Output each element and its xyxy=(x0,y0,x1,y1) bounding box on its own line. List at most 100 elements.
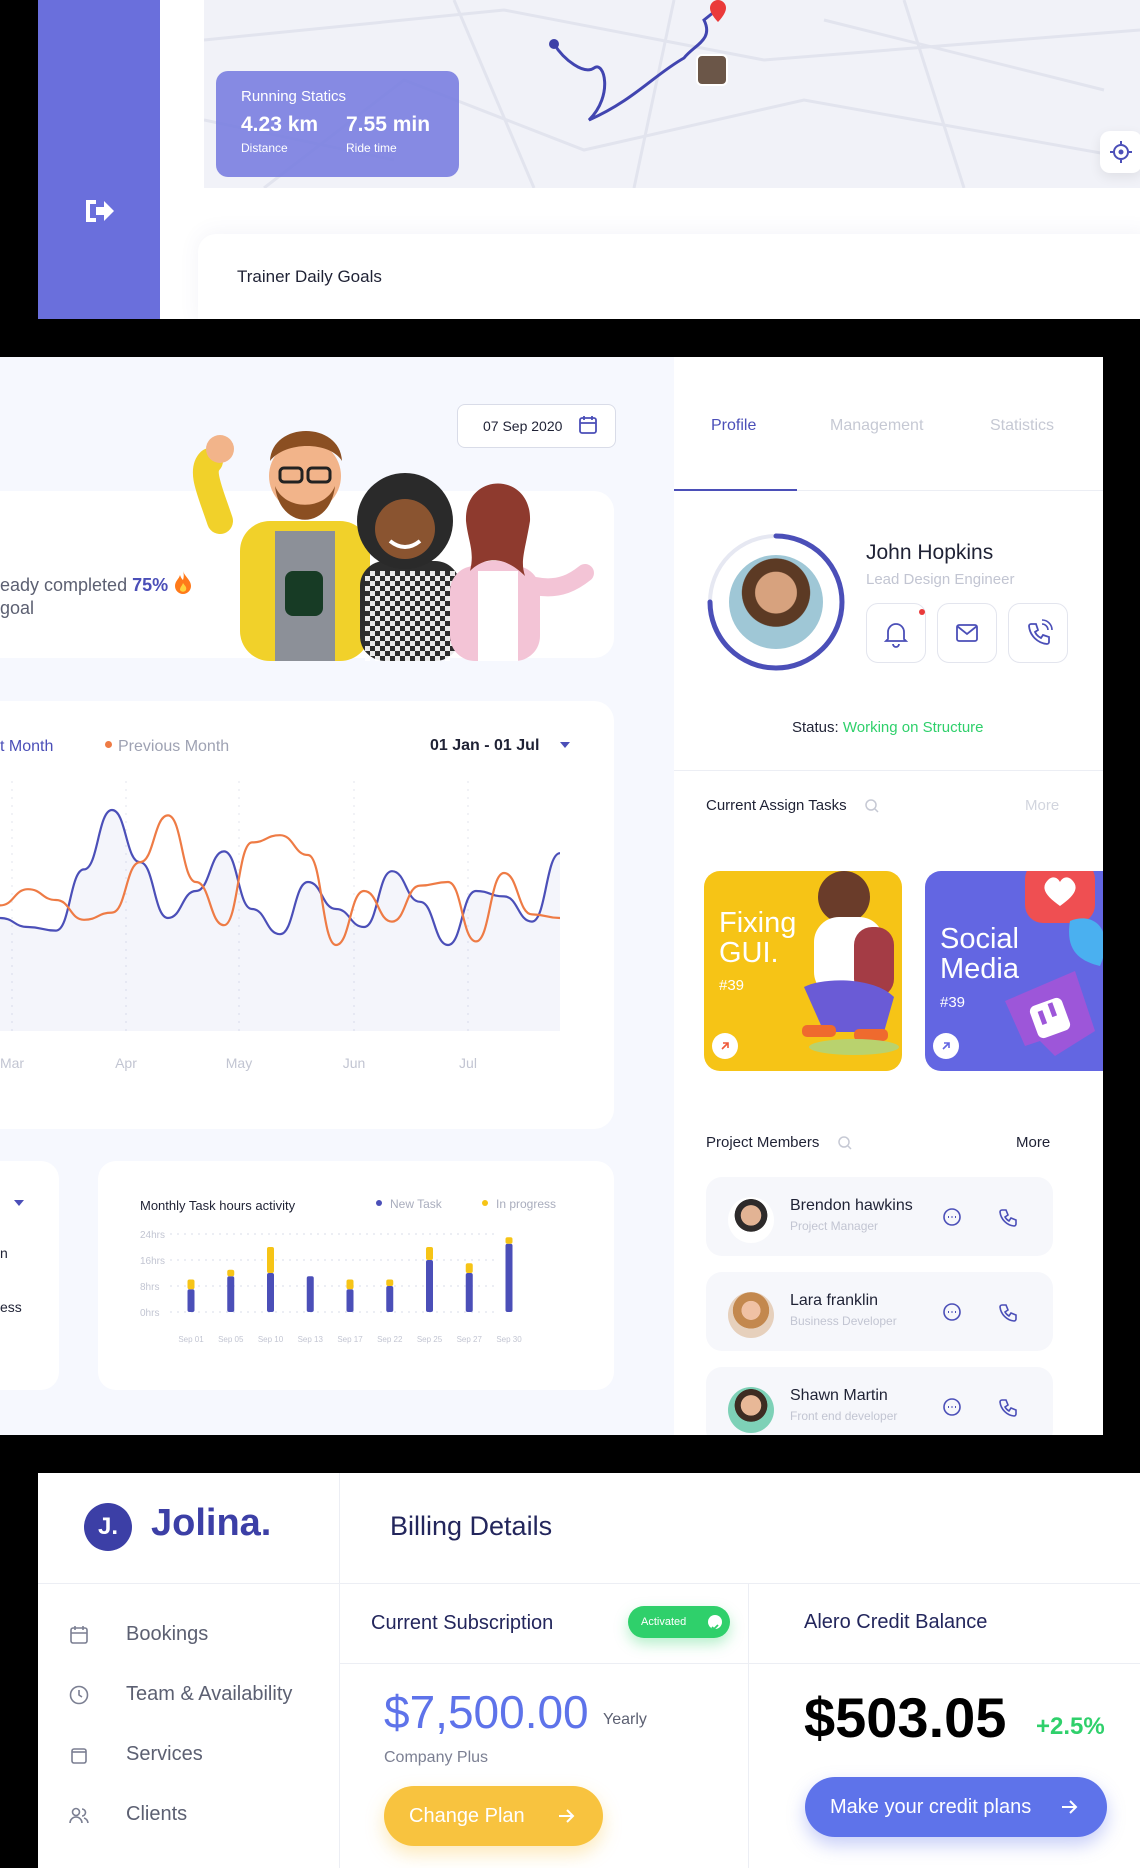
y-tick-label: 16hrs xyxy=(140,1256,165,1267)
brand-logo[interactable]: J. xyxy=(84,1503,132,1551)
members-more-link[interactable]: More xyxy=(1016,1134,1050,1151)
left-cut-a: n xyxy=(0,1245,8,1261)
bar-new-task xyxy=(386,1286,394,1312)
credit-plans-button[interactable]: Make your credit plans xyxy=(805,1777,1107,1837)
button-label: Make your credit plans xyxy=(830,1796,1032,1818)
profile-panel: Profile Management Statistics John Hopki… xyxy=(674,357,1103,1435)
logout-icon[interactable] xyxy=(82,196,116,226)
task-card-social-media[interactable]: Social Media #39 xyxy=(925,871,1103,1071)
tab-profile[interactable]: Profile xyxy=(711,417,756,435)
x-tick-label: Sep 01 xyxy=(178,1335,204,1344)
tab-statistics[interactable]: Statistics xyxy=(990,417,1054,435)
subscription-divider xyxy=(748,1583,749,1868)
trainer-goals-card[interactable]: Trainer Daily Goals xyxy=(198,234,1140,319)
profile-divider xyxy=(674,770,1103,771)
open-task-button[interactable] xyxy=(933,1033,959,1059)
bar-in-progress xyxy=(346,1279,354,1290)
phone-icon[interactable] xyxy=(998,1396,1020,1418)
chat-icon[interactable] xyxy=(941,1301,963,1323)
task-title-1: Fixing xyxy=(719,907,797,939)
task-card-fixing-gui[interactable]: Fixing GUI. #39 xyxy=(704,871,902,1071)
search-icon[interactable] xyxy=(837,1135,853,1151)
credit-value: $503.05 xyxy=(804,1686,1007,1749)
subscription-period: Yearly xyxy=(603,1711,647,1728)
clock-icon xyxy=(69,1685,89,1705)
member-row-1[interactable]: Brendon hawkins Project Manager xyxy=(706,1177,1053,1256)
open-task-button[interactable] xyxy=(712,1033,738,1059)
tasks-title: Current Assign Tasks xyxy=(706,797,847,814)
tasks-more-link[interactable]: More xyxy=(1025,797,1059,814)
line-chart[interactable]: Mar Apr May Jun Jul xyxy=(0,761,614,1101)
bar-new-task xyxy=(267,1273,274,1312)
search-icon[interactable] xyxy=(864,798,880,814)
member-row-2[interactable]: Lara franklin Business Developer xyxy=(706,1272,1053,1351)
member-row-3[interactable]: Shawn Martin Front end developer xyxy=(706,1367,1053,1435)
subscription-plan: Company Plus xyxy=(384,1749,489,1766)
ride-label: Ride time xyxy=(346,141,397,155)
x-tick-label: May xyxy=(226,1055,252,1071)
arrow-right-icon xyxy=(559,1809,575,1823)
bar-new-task xyxy=(426,1260,433,1312)
left-stats-card: n ess xyxy=(0,1161,59,1390)
bell-icon xyxy=(883,609,925,648)
bar-new-task xyxy=(306,1276,314,1312)
distance-value: 4.23 km xyxy=(241,113,319,136)
chat-icon[interactable] xyxy=(941,1206,963,1228)
running-panel: Running Statics 4.23 km Distance 7.55 mi… xyxy=(38,0,1140,319)
goal-prefix: eady completed xyxy=(0,575,133,595)
nav-label: Clients xyxy=(126,1803,188,1825)
status-label: Status: xyxy=(792,719,839,736)
billing-panel: J. Jolina. Bookings Team & Availability … xyxy=(38,1473,1140,1868)
nav-label: Team & Availability xyxy=(126,1683,293,1705)
users-icon xyxy=(69,1807,89,1824)
bar-in-progress xyxy=(187,1279,195,1290)
chevron-down-icon xyxy=(559,742,570,748)
tabs-divider xyxy=(797,490,1103,491)
mail-icon xyxy=(956,624,978,642)
members-title: Project Members xyxy=(706,1134,820,1151)
brand-name: Jolina. xyxy=(151,1502,272,1544)
nav-team-availability[interactable]: Team & Availability xyxy=(68,1680,318,1710)
call-button[interactable] xyxy=(1008,603,1068,663)
header-divider xyxy=(38,1583,1140,1584)
notification-button[interactable] xyxy=(866,603,926,663)
box-icon xyxy=(71,1748,87,1764)
member-name: Brendon hawkins xyxy=(790,1197,913,1214)
chevron-down-icon[interactable] xyxy=(14,1200,24,1206)
x-tick-label: Sep 27 xyxy=(457,1335,483,1344)
x-tick-label: Sep 17 xyxy=(337,1335,363,1344)
x-tick-label: Sep 22 xyxy=(377,1335,403,1344)
tab-management[interactable]: Management xyxy=(830,417,923,435)
legend-previous-month[interactable]: Previous Month xyxy=(105,738,229,756)
legend-previous-label: Previous Month xyxy=(118,738,230,755)
credit-change: +2.5% xyxy=(1036,1713,1105,1740)
chat-icon[interactable] xyxy=(941,1396,963,1418)
nav-bookings[interactable]: Bookings xyxy=(68,1620,318,1650)
bar-new-task xyxy=(505,1243,513,1312)
member-role: Project Manager xyxy=(790,1219,879,1233)
card-header-divider xyxy=(339,1663,1140,1664)
range-dropdown[interactable]: 01 Jan - 01 Jul xyxy=(430,737,570,755)
legend-current-month[interactable]: t Month xyxy=(0,738,53,756)
map-avatar xyxy=(696,54,728,86)
avatar xyxy=(728,1197,774,1243)
running-title: Running Statics xyxy=(241,88,347,105)
running-statics-card: Running Statics 4.23 km Distance 7.55 mi… xyxy=(216,71,459,177)
bar-chart[interactable]: 24hrs 16hrs 8hrs 0hrs Sep 01 Sep 05 Sep 10 Sep … xyxy=(98,1161,614,1390)
y-tick-label: 8hrs xyxy=(140,1282,159,1293)
change-plan-button[interactable]: Change Plan xyxy=(384,1786,603,1846)
nav-services[interactable]: Services xyxy=(68,1740,318,1770)
profile-name: John Hopkins xyxy=(866,541,994,564)
x-tick-label: Mar xyxy=(0,1055,24,1071)
phone-icon[interactable] xyxy=(998,1206,1020,1228)
x-tick-label: Sep 10 xyxy=(258,1335,284,1344)
phone-icon[interactable] xyxy=(998,1301,1020,1323)
x-tick-label: Sep 05 xyxy=(218,1335,244,1344)
map-settings-button[interactable] xyxy=(1100,131,1140,173)
profile-status: Status: Working on Structure xyxy=(792,719,984,736)
bar-in-progress xyxy=(386,1279,394,1286)
bar-in-progress xyxy=(426,1247,433,1260)
message-button[interactable] xyxy=(937,603,997,663)
nav-clients[interactable]: Clients xyxy=(68,1800,318,1830)
bar-new-task xyxy=(227,1276,235,1312)
